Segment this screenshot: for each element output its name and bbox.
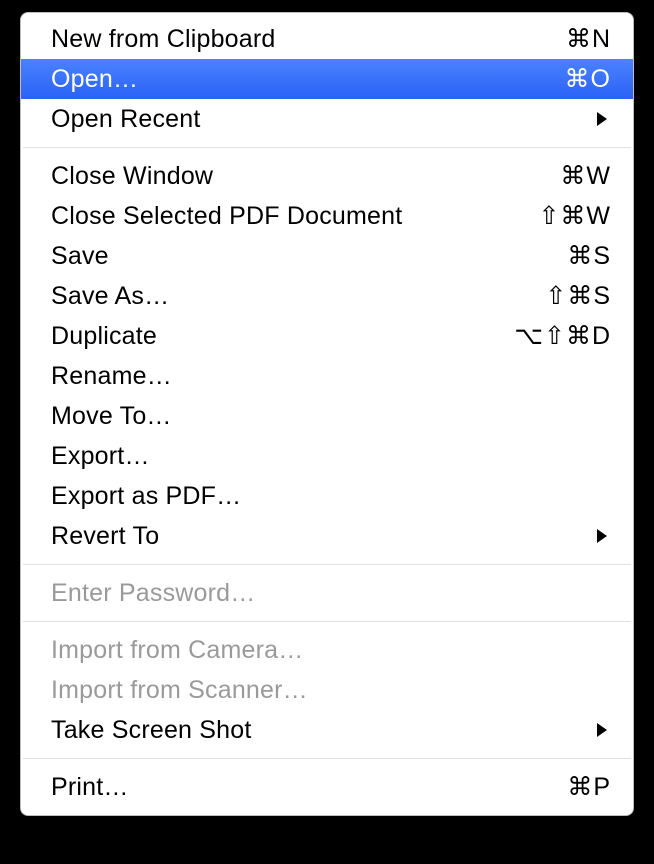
menu-item-label: Export as PDF… <box>51 482 241 511</box>
menu-item-export-as-pdf[interactable]: Export as PDF… <box>21 476 633 516</box>
menu-separator <box>23 147 631 148</box>
menu-item-right <box>593 527 611 545</box>
menu-item-new-from-clipboard[interactable]: New from Clipboard ⌘N <box>21 19 633 59</box>
menu-item-shortcut: ⌘W <box>560 161 611 191</box>
menu-item-label: Duplicate <box>51 322 157 351</box>
menu-item-right: ⇧⌘S <box>545 281 611 311</box>
menu-item-shortcut: ⌘O <box>565 64 611 94</box>
menu-item-rename[interactable]: Rename… <box>21 356 633 396</box>
menu-item-label: Open… <box>51 65 138 94</box>
menu-item-right: ⌘S <box>567 241 611 271</box>
menu-item-shortcut: ⌥⇧⌘D <box>514 321 611 351</box>
menu-item-label: Import from Scanner… <box>51 676 308 705</box>
file-menu[interactable]: New from Clipboard ⌘N Open… ⌘O Open Recent Cl… <box>20 12 634 816</box>
menu-item-right <box>593 110 611 128</box>
menu-item-open-recent[interactable]: Open Recent <box>21 99 633 139</box>
menu-item-right <box>593 721 611 739</box>
menu-item-import-from-scanner: Import from Scanner… <box>21 670 633 710</box>
submenu-arrow-icon <box>593 110 611 128</box>
menu-item-close-window[interactable]: Close Window ⌘W <box>21 156 633 196</box>
menu-item-label: Save <box>51 242 109 271</box>
menu-item-label: Close Window <box>51 162 213 191</box>
menu-item-label: Move To… <box>51 402 172 431</box>
menu-item-label: Close Selected PDF Document <box>51 202 402 231</box>
menu-item-shortcut: ⇧⌘W <box>538 201 611 231</box>
menu-item-right: ⌘W <box>560 161 611 191</box>
menu-item-label: Revert To <box>51 522 159 551</box>
menu-item-label: Take Screen Shot <box>51 716 252 745</box>
menu-item-open[interactable]: Open… ⌘O <box>21 59 633 99</box>
menu-separator <box>23 758 631 759</box>
menu-item-print[interactable]: Print… ⌘P <box>21 767 633 807</box>
submenu-arrow-icon <box>593 721 611 739</box>
menu-item-label: New from Clipboard <box>51 25 276 54</box>
menu-item-close-selected-pdf[interactable]: Close Selected PDF Document ⇧⌘W <box>21 196 633 236</box>
menu-item-right: ⌘O <box>565 64 611 94</box>
menu-separator <box>23 621 631 622</box>
menu-item-label: Rename… <box>51 362 172 391</box>
menu-item-label: Print… <box>51 773 129 802</box>
menu-item-revert-to[interactable]: Revert To <box>21 516 633 556</box>
menu-item-right: ⌥⇧⌘D <box>514 321 611 351</box>
menu-item-move-to[interactable]: Move To… <box>21 396 633 436</box>
menu-item-import-from-camera: Import from Camera… <box>21 630 633 670</box>
menu-item-export[interactable]: Export… <box>21 436 633 476</box>
menu-item-take-screen-shot[interactable]: Take Screen Shot <box>21 710 633 750</box>
menu-item-shortcut: ⌘N <box>566 24 611 54</box>
menu-item-label: Save As… <box>51 282 169 311</box>
menu-item-label: Open Recent <box>51 105 201 134</box>
menu-item-right: ⌘N <box>566 24 611 54</box>
menu-item-label: Enter Password… <box>51 579 255 608</box>
submenu-arrow-icon <box>593 527 611 545</box>
menu-item-label: Export… <box>51 442 150 471</box>
menu-separator <box>23 564 631 565</box>
menu-item-right: ⌘P <box>567 772 611 802</box>
menu-item-duplicate[interactable]: Duplicate ⌥⇧⌘D <box>21 316 633 356</box>
menu-item-shortcut: ⌘S <box>567 241 611 271</box>
menu-item-save[interactable]: Save ⌘S <box>21 236 633 276</box>
menu-item-label: Import from Camera… <box>51 636 303 665</box>
menu-item-right: ⇧⌘W <box>538 201 611 231</box>
menu-item-shortcut: ⇧⌘S <box>545 281 611 311</box>
menu-item-shortcut: ⌘P <box>567 772 611 802</box>
menu-item-enter-password: Enter Password… <box>21 573 633 613</box>
menu-item-save-as[interactable]: Save As… ⇧⌘S <box>21 276 633 316</box>
